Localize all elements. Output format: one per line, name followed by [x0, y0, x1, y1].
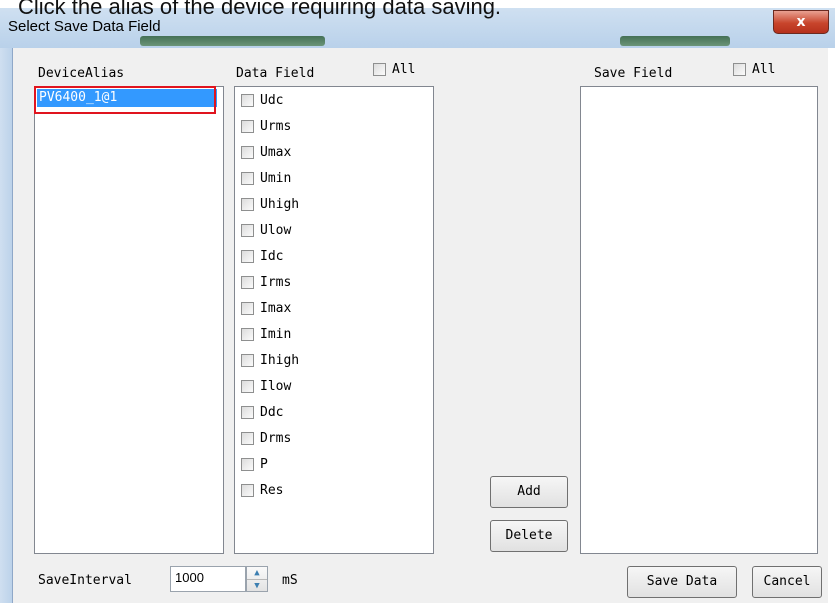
- background-band: [620, 36, 730, 46]
- window-frame: [0, 48, 12, 603]
- data-field-all-label: All: [392, 62, 416, 77]
- field-label: Ilow: [260, 378, 292, 394]
- field-item-imin[interactable]: Imin: [241, 325, 291, 343]
- field-checkbox[interactable]: [241, 119, 254, 133]
- field-item-ulow[interactable]: Ulow: [241, 221, 291, 239]
- field-checkbox[interactable]: [241, 145, 254, 159]
- field-item-idc[interactable]: Idc: [241, 247, 283, 265]
- field-checkbox[interactable]: [241, 405, 254, 419]
- add-button[interactable]: Add: [490, 476, 568, 508]
- field-item-urms[interactable]: Urms: [241, 117, 291, 135]
- field-item-ihigh[interactable]: Ihigh: [241, 351, 299, 369]
- field-label: Drms: [260, 430, 292, 446]
- field-checkbox[interactable]: [241, 93, 254, 107]
- field-item-ilow[interactable]: Ilow: [241, 377, 291, 395]
- save-field-all-checkbox[interactable]: [733, 63, 746, 76]
- save-field-all[interactable]: All: [733, 62, 775, 77]
- field-checkbox[interactable]: [241, 301, 254, 315]
- instruction-caption: Click the alias of the device requiring …: [18, 0, 502, 19]
- data-field-all[interactable]: All: [373, 62, 415, 77]
- field-label: Ulow: [260, 222, 292, 238]
- field-item-uhigh[interactable]: Uhigh: [241, 195, 299, 213]
- field-label: Ihigh: [260, 352, 300, 368]
- field-item-umin[interactable]: Umin: [241, 169, 291, 187]
- field-label: Irms: [260, 274, 292, 290]
- field-label: Umin: [260, 170, 292, 186]
- spin-down-icon[interactable]: ▼: [247, 580, 267, 592]
- cancel-button[interactable]: Cancel: [752, 566, 822, 598]
- field-item-ddc[interactable]: Ddc: [241, 403, 283, 421]
- field-item-udc[interactable]: Udc: [241, 91, 283, 109]
- save-interval-label: SaveInterval: [38, 573, 132, 588]
- close-button[interactable]: x: [773, 10, 829, 34]
- field-checkbox[interactable]: [241, 353, 254, 367]
- field-label: P: [260, 456, 268, 472]
- save-field-list[interactable]: [580, 86, 818, 554]
- field-label: Idc: [260, 248, 284, 264]
- save-interval-input[interactable]: 1000: [170, 566, 246, 592]
- field-checkbox[interactable]: [241, 223, 254, 237]
- field-label: Imax: [260, 300, 292, 316]
- field-item-drms[interactable]: Drms: [241, 429, 291, 447]
- field-checkbox[interactable]: [241, 431, 254, 445]
- save-field-all-label: All: [752, 62, 776, 77]
- field-label: Ddc: [260, 404, 284, 420]
- save-field-header: Save Field: [594, 66, 673, 81]
- field-label: Umax: [260, 144, 292, 160]
- data-field-header: Data Field: [236, 66, 315, 81]
- device-alias-list[interactable]: PV6400_1@1: [34, 86, 224, 554]
- field-label: Urms: [260, 118, 292, 134]
- spin-up-icon[interactable]: ▲: [247, 567, 267, 580]
- field-checkbox[interactable]: [241, 171, 254, 185]
- field-item-irms[interactable]: Irms: [241, 273, 291, 291]
- field-checkbox[interactable]: [241, 379, 254, 393]
- field-label: Uhigh: [260, 196, 300, 212]
- data-field-list[interactable]: Udc Urms Umax Umin Uhigh Ulow Idc Irms I…: [234, 86, 434, 554]
- device-alias-header: DeviceAlias: [38, 66, 125, 81]
- field-label: Res: [260, 482, 284, 498]
- field-label: Imin: [260, 326, 292, 342]
- field-label: Udc: [260, 92, 284, 108]
- field-item-umax[interactable]: Umax: [241, 143, 291, 161]
- device-item-selected[interactable]: PV6400_1@1: [37, 89, 217, 107]
- field-item-res[interactable]: Res: [241, 481, 283, 499]
- field-checkbox[interactable]: [241, 197, 254, 211]
- field-checkbox[interactable]: [241, 327, 254, 341]
- field-checkbox[interactable]: [241, 457, 254, 471]
- background-band: [140, 36, 325, 46]
- delete-button[interactable]: Delete: [490, 520, 568, 552]
- save-data-button[interactable]: Save Data: [627, 566, 737, 598]
- field-item-imax[interactable]: Imax: [241, 299, 291, 317]
- field-checkbox[interactable]: [241, 275, 254, 289]
- window-title: Select Save Data Field: [8, 18, 161, 35]
- save-interval-spinner[interactable]: ▲ ▼: [246, 566, 268, 592]
- field-checkbox[interactable]: [241, 249, 254, 263]
- field-checkbox[interactable]: [241, 483, 254, 497]
- screenshot: Click the alias of the device requiring …: [0, 0, 835, 603]
- field-item-p[interactable]: P: [241, 455, 268, 473]
- data-field-all-checkbox[interactable]: [373, 63, 386, 76]
- save-interval-unit: mS: [282, 573, 298, 588]
